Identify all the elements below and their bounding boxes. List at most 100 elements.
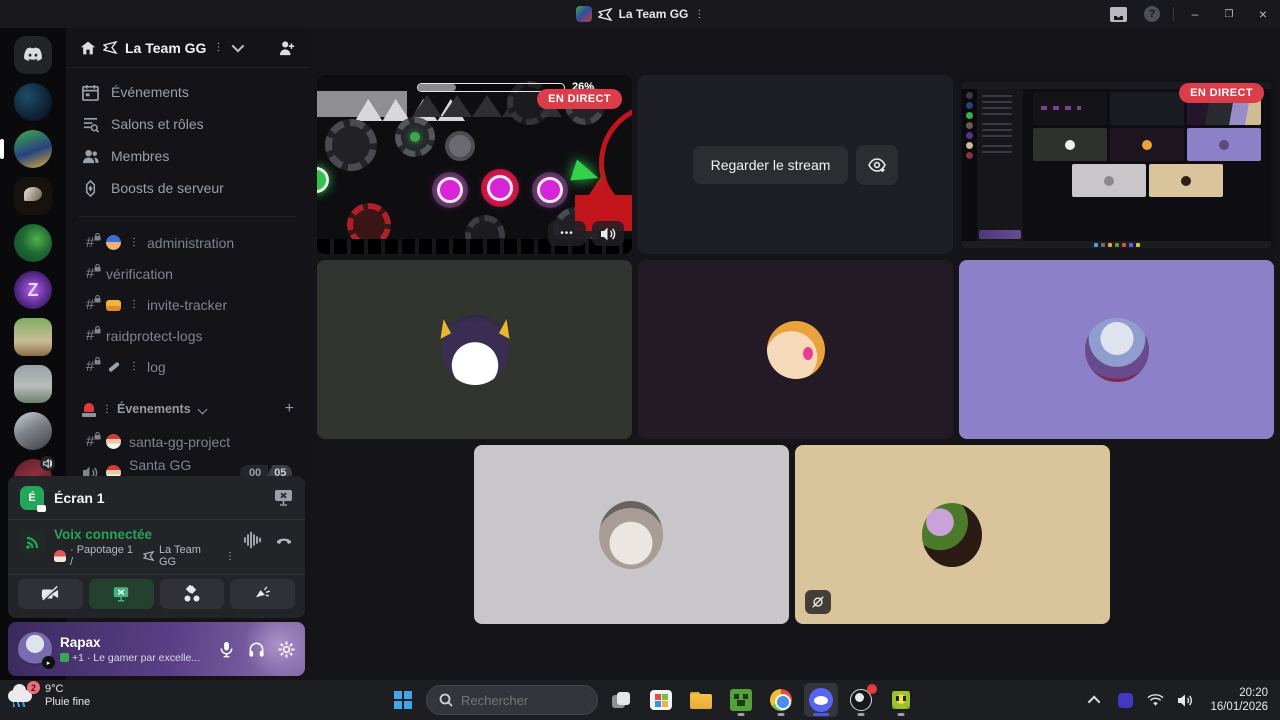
sidebar-item-members[interactable]: Membres: [74, 140, 300, 172]
obs-button[interactable]: [844, 683, 878, 717]
server-icon-8[interactable]: [14, 412, 52, 450]
participant-tile-2[interactable]: [638, 260, 953, 439]
server-icon-7[interactable]: [14, 365, 52, 403]
search-input[interactable]: [461, 692, 571, 708]
server-icon-6[interactable]: [14, 318, 52, 356]
police-officer-emoji: [106, 235, 121, 250]
channel-log[interactable]: # ⋮ log: [74, 351, 300, 382]
start-button[interactable]: [386, 683, 420, 717]
create-channel-icon[interactable]: +: [285, 400, 294, 418]
server-icon-1[interactable]: [14, 83, 52, 121]
sidebar-item-channels-roles[interactable]: Salons et rôles: [74, 108, 300, 140]
close-button[interactable]: ×: [1246, 0, 1280, 28]
taskbar-search[interactable]: [426, 685, 598, 715]
channel-label: log: [147, 358, 166, 375]
stream-tile-game[interactable]: 26% EN DIRECT •••: [317, 75, 632, 254]
server-icon-2-active[interactable]: [0, 130, 52, 168]
discord-app: La Team GG ⋮ Événements Salons et rôles …: [0, 28, 1280, 680]
camera-button[interactable]: [18, 579, 83, 609]
channels-roles-icon: [83, 117, 99, 133]
minimize-button[interactable]: –: [1178, 0, 1212, 28]
minimize-icon: –: [1191, 7, 1199, 21]
participant-tile-5[interactable]: [794, 445, 1110, 624]
volume-button[interactable]: [1172, 684, 1198, 716]
invite-people-icon[interactable]: [278, 40, 296, 56]
guild-badge-icon: [142, 551, 155, 561]
participant-avatar: [766, 320, 825, 379]
camera-off-icon: [42, 585, 59, 602]
server-header[interactable]: La Team GG ⋮: [66, 28, 308, 68]
ticket-emoji: [106, 300, 121, 311]
channel-verification[interactable]: # vérification: [74, 258, 300, 289]
taskbar-clock[interactable]: 20:20 16/01/2026: [1202, 686, 1274, 714]
user-avatar[interactable]: [18, 632, 55, 669]
mirror-sidebar: [977, 89, 1023, 241]
mirror-taskbar: [962, 241, 1271, 248]
mirror-window: [962, 82, 1271, 248]
settings-gear-icon[interactable]: [278, 640, 295, 658]
tray-expand-button[interactable]: [1082, 684, 1108, 716]
server-icon-5[interactable]: [14, 271, 52, 309]
discord-button-active[interactable]: [804, 683, 838, 717]
task-view-icon: [612, 692, 630, 708]
activities-button[interactable]: [159, 579, 225, 609]
geometry-dash-button[interactable]: [884, 683, 918, 717]
guild-badge-icon: [103, 41, 118, 54]
noise-suppression-icon[interactable]: [243, 531, 261, 549]
channel-invite-tracker[interactable]: # ⋮ invite-tracker: [74, 289, 300, 320]
voice-connected-label[interactable]: Voix connectée: [54, 527, 235, 542]
task-view-button[interactable]: [604, 683, 638, 717]
weather-widget[interactable]: 2 9°C Pluie fine: [8, 681, 91, 709]
discord-home-button[interactable]: [14, 36, 52, 74]
title-divider: ⋮: [694, 8, 705, 20]
hash-lock-icon: #: [82, 432, 101, 450]
stream-more-button[interactable]: •••: [548, 221, 586, 246]
sidebar-item-events[interactable]: Événements: [74, 76, 300, 108]
network-button[interactable]: [1142, 684, 1168, 716]
screen-share-button[interactable]: [88, 579, 154, 609]
soundboard-button[interactable]: [230, 579, 295, 609]
wrench-emoji: [106, 359, 121, 374]
sidebar-item-boosts[interactable]: Boosts de serveur: [74, 172, 300, 204]
chrome-button[interactable]: [764, 683, 798, 717]
mirror-stage: [1023, 89, 1271, 241]
file-explorer-button[interactable]: [684, 683, 718, 717]
channel-list: # ⋮ administration # vérification # ⋮ in…: [66, 223, 308, 386]
maximize-icon: ❒: [1224, 8, 1234, 20]
screen: La Team GG ⋮ ? – ❒ × Z La Team GG ⋮ Évén…: [0, 0, 1280, 720]
channel-administration[interactable]: # ⋮ administration: [74, 227, 300, 258]
participant-tile-3[interactable]: [959, 260, 1274, 439]
inbox-button[interactable]: [1101, 0, 1135, 28]
live-badge: EN DIRECT: [1179, 83, 1264, 103]
category-events[interactable]: ⋮ Évenements +: [66, 386, 308, 422]
category-divider: ⋮: [102, 403, 112, 415]
username: Rapax: [60, 634, 101, 650]
channel-santa-gg-project[interactable]: # santa-gg-project: [74, 426, 300, 457]
game-orb: [487, 175, 513, 201]
maximize-button[interactable]: ❒: [1212, 0, 1246, 28]
microphone-icon[interactable]: [218, 641, 235, 658]
help-button[interactable]: ?: [1135, 0, 1169, 28]
watch-stream-button[interactable]: Regarder le stream: [692, 145, 849, 184]
participant-tile-1[interactable]: [317, 260, 632, 439]
channel-label: vérification: [106, 265, 173, 282]
server-icon-4[interactable]: [14, 224, 52, 262]
minecraft-button[interactable]: [724, 683, 758, 717]
channel-raidprotect-logs[interactable]: # raidprotect-logs: [74, 320, 300, 351]
hash-lock-icon: #: [82, 326, 101, 344]
headphones-icon[interactable]: [248, 641, 265, 658]
stop-streaming-icon[interactable]: [274, 489, 293, 506]
server-icon-3[interactable]: [14, 177, 52, 215]
stream-volume-button[interactable]: [592, 221, 624, 246]
microsoft-store-button[interactable]: [644, 683, 678, 717]
stream-tile-screen-mirror[interactable]: EN DIRECT: [959, 75, 1274, 254]
hash-lock-icon: #: [82, 357, 101, 375]
discord-tray-button[interactable]: [1112, 684, 1138, 716]
soundboard-icon: [255, 586, 270, 598]
disconnect-call-icon[interactable]: [275, 531, 293, 549]
participant-tile-4[interactable]: [473, 445, 789, 624]
user-status: +1 · Le gamer par excelle...: [60, 652, 210, 664]
wifi-icon: [1147, 693, 1164, 706]
weather-condition: Pluie fine: [45, 696, 91, 708]
watch-preview-button[interactable]: [856, 144, 899, 185]
